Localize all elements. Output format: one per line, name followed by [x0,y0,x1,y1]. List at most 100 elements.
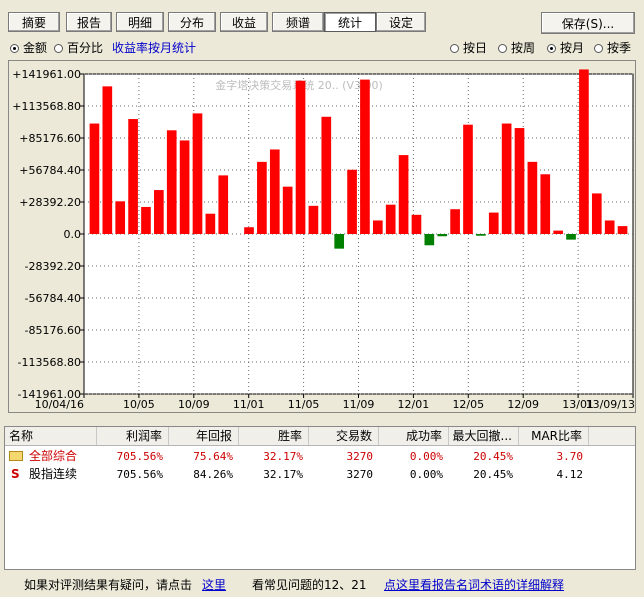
chart-bar [141,206,151,234]
radio-dot-icon [54,43,63,53]
col-annual-return[interactable]: 年回报 [169,427,239,445]
chart-bar [463,124,473,234]
row-name: 全部综合 [29,449,78,463]
radio-dot-icon [498,43,507,53]
chart-bar [553,230,563,234]
table-row[interactable]: 全部综合 705.56% 75.64% 32.17% 3270 0.00% 20… [5,448,635,465]
tab-report[interactable]: 报告 [66,12,112,32]
chart-bar [385,204,396,234]
radio-percent[interactable]: 百分比 [54,40,103,56]
chart-bar [424,234,435,246]
chart-bar [488,212,499,234]
col-max-drawdown[interactable]: 最大回撤... [449,427,519,445]
radio-daily-label: 按日 [463,41,488,55]
tab-summary[interactable]: 摘要 [8,12,60,32]
tab-detail[interactable]: 明细 [116,12,164,32]
results-table: 名称 利润率 年回报 胜率 交易数 成功率 最大回撤... MAR比率 全部综合… [4,426,636,570]
chart-bar [218,175,229,234]
footer-faq-text: 看常见问题的12、21 [252,578,367,592]
radio-daily[interactable]: 按日 [450,40,487,56]
chart-bar [360,79,370,234]
chart-bar [527,161,538,234]
col-win-rate[interactable]: 胜率 [239,427,309,445]
chart-bar [540,174,551,234]
tab-profit[interactable]: 收益 [220,12,268,32]
chart-bar [501,123,512,234]
radio-quarterly[interactable]: 按季 [594,40,631,56]
chart-bar [604,220,615,234]
chart-x-labels: 10/04/16 10/05 10/09 11/01 11/05 11/09 12/01 12… [35,398,635,411]
footer-prompt: 如果对评测结果有疑问，请点击 [24,578,193,592]
chart-bar [282,186,293,234]
cell-win-rate: 32.17% [263,450,303,463]
cell-trade-count: 3270 [346,450,374,463]
chart-svg: 金字塔决策交易系统 20.. (V3.00) +141961.00+113568… [12,68,635,411]
tab-spectrum[interactable]: 频谱 [272,12,324,32]
chart-bar [192,113,203,234]
chart-bar [347,169,357,234]
tab-statistics[interactable]: 统计 [324,12,376,32]
tab-settings[interactable]: 设定 [376,12,426,32]
chart-bar [89,123,100,234]
radio-quarterly-label: 按季 [607,41,632,55]
y-tick-label: +85176.60 [19,132,81,145]
y-tick-label: 0.0 [64,228,82,241]
chart-bar [102,86,113,234]
x-tick-label: 10/05 [123,398,155,411]
footer: 如果对评测结果有疑问，请点击 这里 看常见问题的12、21 点这里看报告名词术语… [0,574,644,596]
radio-amount-label: 金额 [23,41,48,55]
y-tick-label: -113568.80 [18,356,81,369]
chart-bar [154,190,164,234]
cell-trade-count: 3270 [346,468,374,481]
radio-dot-icon [10,43,19,53]
chart-bar [115,201,126,234]
cell-success-rate: 0.00% [409,468,443,481]
radio-weekly-label: 按周 [511,41,536,55]
radio-amount[interactable]: 金额 [10,40,47,56]
chart-bar [450,209,460,234]
chart-bar [398,155,409,234]
col-trade-count[interactable]: 交易数 [309,427,379,445]
cell-success-rate: 0.00% [409,450,443,463]
chart-bar [179,140,190,234]
chart-bar [514,128,525,234]
y-tick-label: -28392.20 [25,260,81,273]
footer-here-link[interactable]: 这里 [202,574,226,596]
radio-weekly[interactable]: 按周 [498,40,535,56]
table-header: 名称 利润率 年回报 胜率 交易数 成功率 最大回撤... MAR比率 [5,427,635,446]
cell-annual-return: 84.26% [193,468,233,481]
chart-bar [128,119,138,234]
x-tick-label: 10/09 [178,398,210,411]
radio-dot-icon [594,43,603,53]
chart-bar [617,226,628,234]
chart-bar [269,149,280,234]
chart-bar [591,193,602,234]
chart-bar [476,234,486,236]
tab-distribution[interactable]: 分布 [168,12,216,32]
cell-profit-rate: 705.56% [116,468,163,481]
cell-annual-return: 75.64% [193,450,233,463]
monthly-stats-link[interactable]: 收益率按月统计 [112,40,196,56]
y-tick-label: +56784.40 [19,164,81,177]
col-profit-rate[interactable]: 利润率 [97,427,169,445]
save-button[interactable]: 保存(S)... [541,12,635,34]
cell-max-drawdown: 20.45% [473,468,513,481]
chart-bar [579,69,589,235]
col-mar-ratio[interactable]: MAR比率 [519,427,589,445]
footer-glossary-link[interactable]: 点这里看报告名词术语的详细解释 [384,574,564,596]
cell-mar-ratio: 3.70 [556,450,584,463]
x-tick-label: 13/09/13 [586,398,635,411]
chart-bar [411,214,422,234]
cell-profit-rate: 705.56% [116,450,163,463]
x-tick-label: 12/05 [452,398,484,411]
table-row[interactable]: S 股指连续 705.56% 84.26% 32.17% 3270 0.00% … [5,466,635,483]
radio-monthly[interactable]: 按月 [547,40,584,56]
x-tick-label: 11/01 [233,398,265,411]
chart-y-labels: +141961.00 +113568.80 +85176.60 +56784.40 +2… [12,68,81,401]
radio-dot-icon [547,43,556,53]
col-name[interactable]: 名称 [5,427,97,445]
y-tick-label: +141961.00 [12,68,81,81]
radio-percent-label: 百分比 [67,41,104,55]
col-success-rate[interactable]: 成功率 [379,427,449,445]
radio-dot-icon [450,43,459,53]
